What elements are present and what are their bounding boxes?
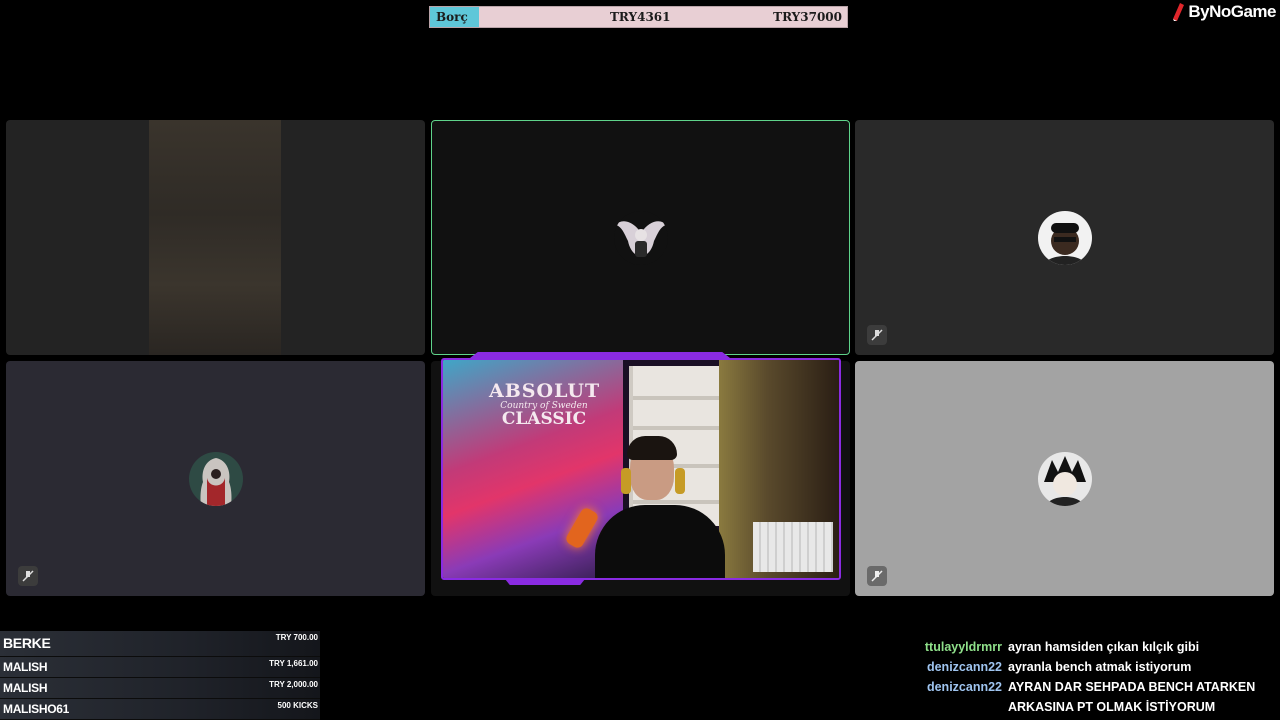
donor-name: BERKE xyxy=(3,635,51,651)
donor-name: MALISHO61 xyxy=(3,702,69,716)
participant-avatar xyxy=(613,210,668,265)
radiator xyxy=(753,522,833,572)
donation-row: MALISH TRY 2,000.00 xyxy=(0,678,320,699)
debt-goal-bar: Borç TRY4361 TRY37000 xyxy=(429,6,848,28)
brand-mark-icon xyxy=(1173,3,1185,21)
donation-amount: TRY 700.00 xyxy=(275,633,318,642)
streamer-body xyxy=(595,505,725,578)
hooded-avatar-icon xyxy=(188,451,243,506)
chat-username: denizcann22 xyxy=(926,680,1002,694)
headset-left xyxy=(621,468,631,494)
participant-tile-6[interactable] xyxy=(855,361,1274,596)
muted-mic-icon xyxy=(867,566,887,586)
chat-text: AYRAN DAR SEHPADA BENCH ATARKEN ARKASINA… xyxy=(1008,680,1256,714)
donor-name: MALISH xyxy=(3,660,48,674)
participant-avatar xyxy=(1037,451,1092,506)
participant-tile-2[interactable] xyxy=(431,120,850,355)
donation-amount: 500 KICKS xyxy=(277,701,318,710)
participant-tile-3[interactable] xyxy=(855,120,1274,355)
chat-message: denizcann22 ayranla bench atmak istiyoru… xyxy=(900,657,1270,677)
headset-right xyxy=(675,468,685,494)
donation-row: BERKE TRY 700.00 xyxy=(0,631,320,657)
donation-amount: TRY 2,000.00 xyxy=(269,680,318,689)
muted-mic-icon xyxy=(18,566,38,586)
muted-mic-icon xyxy=(867,325,887,345)
chat-username: denizcann22 xyxy=(926,660,1002,674)
chat-message: denizcann22 AYRAN DAR SEHPADA BENCH ATAR… xyxy=(900,677,1270,717)
camera-feed xyxy=(149,120,281,355)
streamer-hair xyxy=(627,436,677,460)
donor-name: MALISH xyxy=(3,681,48,695)
poster-line-3: CLASSIC xyxy=(501,409,587,430)
debt-goal-amount: TRY37000 xyxy=(773,10,842,24)
poster-line-1: ABSOLUT xyxy=(489,380,601,402)
donation-row: MALISHO61 500 KICKS xyxy=(0,699,320,720)
brand-logo: ByNoGame xyxy=(1171,1,1276,23)
capped-avatar-icon xyxy=(1037,210,1092,265)
donation-amount: TRY 1,661.00 xyxy=(269,659,318,668)
chat-text: ayranla bench atmak istiyorum xyxy=(1008,660,1192,674)
donation-row: MALISH TRY 1,661.00 xyxy=(0,657,320,678)
chat-username: ttulayyldrmrr xyxy=(924,640,1002,654)
participant-avatar xyxy=(188,451,243,506)
donation-list: BERKE TRY 700.00 MALISH TRY 1,661.00 MAL… xyxy=(0,631,320,720)
chat-message: ttulayyldrmrr ayran hamsiden çıkan kılçı… xyxy=(900,637,1270,657)
participant-avatar xyxy=(1037,210,1092,265)
debt-current-amount: TRY4361 xyxy=(610,10,671,24)
winged-avatar-icon xyxy=(613,210,668,265)
stream-frame-accent-bottom xyxy=(505,579,585,585)
streamer-webcam: ABSOLUT Country of Sweden CLASSIC xyxy=(441,358,841,580)
participant-tile-4[interactable] xyxy=(6,361,425,596)
chat-overlay: ttulayyldrmrr ayran hamsiden çıkan kılçı… xyxy=(900,637,1270,717)
chat-text: ayran hamsiden çıkan kılçık gibi xyxy=(1008,640,1200,654)
anime-avatar-icon xyxy=(1037,451,1092,506)
debt-label: Borç xyxy=(430,7,479,27)
participant-tile-1[interactable] xyxy=(6,120,425,355)
brand-name: ByNoGame xyxy=(1188,2,1276,21)
